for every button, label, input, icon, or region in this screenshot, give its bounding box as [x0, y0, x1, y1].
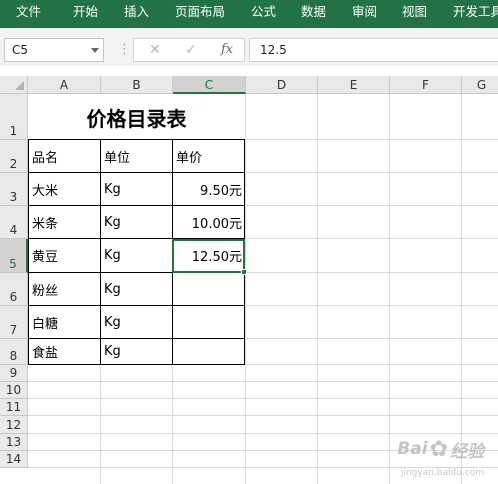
gridline — [28, 398, 498, 399]
sheet-title[interactable]: 价格目录表 — [28, 94, 245, 140]
header-price[interactable]: 单价 — [173, 139, 245, 173]
cell-product-name[interactable]: 食盐 — [28, 339, 101, 365]
column-header-g[interactable]: G — [462, 76, 498, 94]
menu-formulas[interactable]: 公式 — [251, 0, 276, 28]
cell-price[interactable] — [173, 339, 245, 365]
column-header-a[interactable]: A — [28, 76, 101, 94]
chevron-down-icon[interactable] — [91, 48, 99, 53]
header-unit[interactable]: 单位 — [101, 139, 173, 173]
more-icon: ⋮ — [118, 42, 131, 57]
menu-developer[interactable]: 开发工具 — [453, 0, 498, 28]
menu-data[interactable]: 数据 — [301, 0, 326, 28]
enter-icon[interactable]: ✓ — [185, 41, 197, 59]
gridline — [317, 94, 318, 484]
gridline — [28, 381, 498, 382]
menu-file[interactable]: 文件 — [16, 0, 41, 28]
gridline — [245, 94, 246, 484]
ribbon-menu-bar: 文件 开始 插入 页面布局 公式 数据 审阅 视图 开发工具 — [0, 0, 498, 28]
cell-unit[interactable]: Kg — [101, 273, 173, 306]
menu-home[interactable]: 开始 — [73, 0, 98, 28]
row-header-1[interactable]: 1 — [0, 94, 28, 140]
row-header-2[interactable]: 2 — [0, 140, 28, 173]
header-product-name[interactable]: 品名 — [28, 139, 101, 173]
row-header-10[interactable]: 10 — [0, 382, 28, 399]
column-header-b[interactable]: B — [101, 76, 173, 94]
gridline — [389, 94, 390, 484]
column-header-c[interactable]: C — [173, 76, 246, 94]
formula-bar: C5 ⋮ ✕ ✓ fx 12.5 — [0, 37, 498, 66]
row-header-14[interactable]: 14 — [0, 451, 28, 468]
gridline — [28, 450, 498, 451]
row-header-3[interactable]: 3 — [0, 173, 28, 206]
cell-product-name[interactable]: 大米 — [28, 173, 101, 206]
cell-product-name[interactable]: 白糖 — [28, 306, 101, 339]
name-box-value: C5 — [12, 43, 29, 57]
cell-price[interactable] — [173, 273, 245, 306]
cell-price-selected[interactable]: 12.50元 — [173, 239, 245, 273]
menu-view[interactable]: 视图 — [402, 0, 427, 28]
menu-review[interactable]: 审阅 — [352, 0, 377, 28]
fill-handle[interactable] — [241, 269, 247, 275]
watermark-url: jingyan.baidu.com — [400, 468, 484, 478]
formula-buttons: ✕ ✓ fx — [133, 38, 245, 62]
cell-unit[interactable]: Kg — [101, 339, 173, 365]
row-header-8[interactable]: 8 — [0, 339, 28, 365]
cell-product-name[interactable]: 黄豆 — [28, 239, 101, 273]
insert-function-icon[interactable]: fx — [221, 41, 233, 59]
cell-price[interactable]: 9.50元 — [173, 173, 245, 206]
cancel-icon[interactable]: ✕ — [149, 41, 161, 59]
row-header-12[interactable]: 12 — [0, 416, 28, 434]
cell-unit[interactable]: Kg — [101, 173, 173, 206]
name-box[interactable]: C5 — [4, 38, 104, 62]
gridline — [28, 433, 498, 434]
row-header-13[interactable]: 13 — [0, 434, 28, 451]
row-header-9[interactable]: 9 — [0, 365, 28, 382]
gridline — [461, 94, 462, 484]
cell-unit[interactable]: Kg — [101, 239, 173, 273]
column-header-d[interactable]: D — [246, 76, 318, 94]
formula-input[interactable]: 12.5 — [249, 38, 498, 62]
row-header-11[interactable]: 11 — [0, 399, 28, 416]
cell-product-name[interactable]: 粉丝 — [28, 273, 101, 306]
row-header-6[interactable]: 6 — [0, 273, 28, 306]
menu-page-layout[interactable]: 页面布局 — [175, 0, 225, 28]
select-all-corner[interactable] — [0, 76, 28, 94]
row-header-7[interactable]: 7 — [0, 306, 28, 339]
column-header-f[interactable]: F — [390, 76, 462, 94]
cell-price[interactable]: 10.00元 — [173, 206, 245, 239]
row-header-4[interactable]: 4 — [0, 206, 28, 239]
menu-insert[interactable]: 插入 — [124, 0, 149, 28]
cell-product-name[interactable]: 米条 — [28, 206, 101, 239]
cell-price[interactable] — [173, 306, 245, 339]
cell-unit[interactable]: Kg — [101, 306, 173, 339]
gridline — [28, 415, 498, 416]
column-header-e[interactable]: E — [318, 76, 390, 94]
row-header-5[interactable]: 5 — [0, 239, 28, 273]
cell-unit[interactable]: Kg — [101, 206, 173, 239]
spreadsheet-grid: A B C D E F G 1 2 3 4 5 6 7 8 9 10 11 12… — [0, 76, 498, 484]
ribbon-gap — [0, 28, 498, 37]
